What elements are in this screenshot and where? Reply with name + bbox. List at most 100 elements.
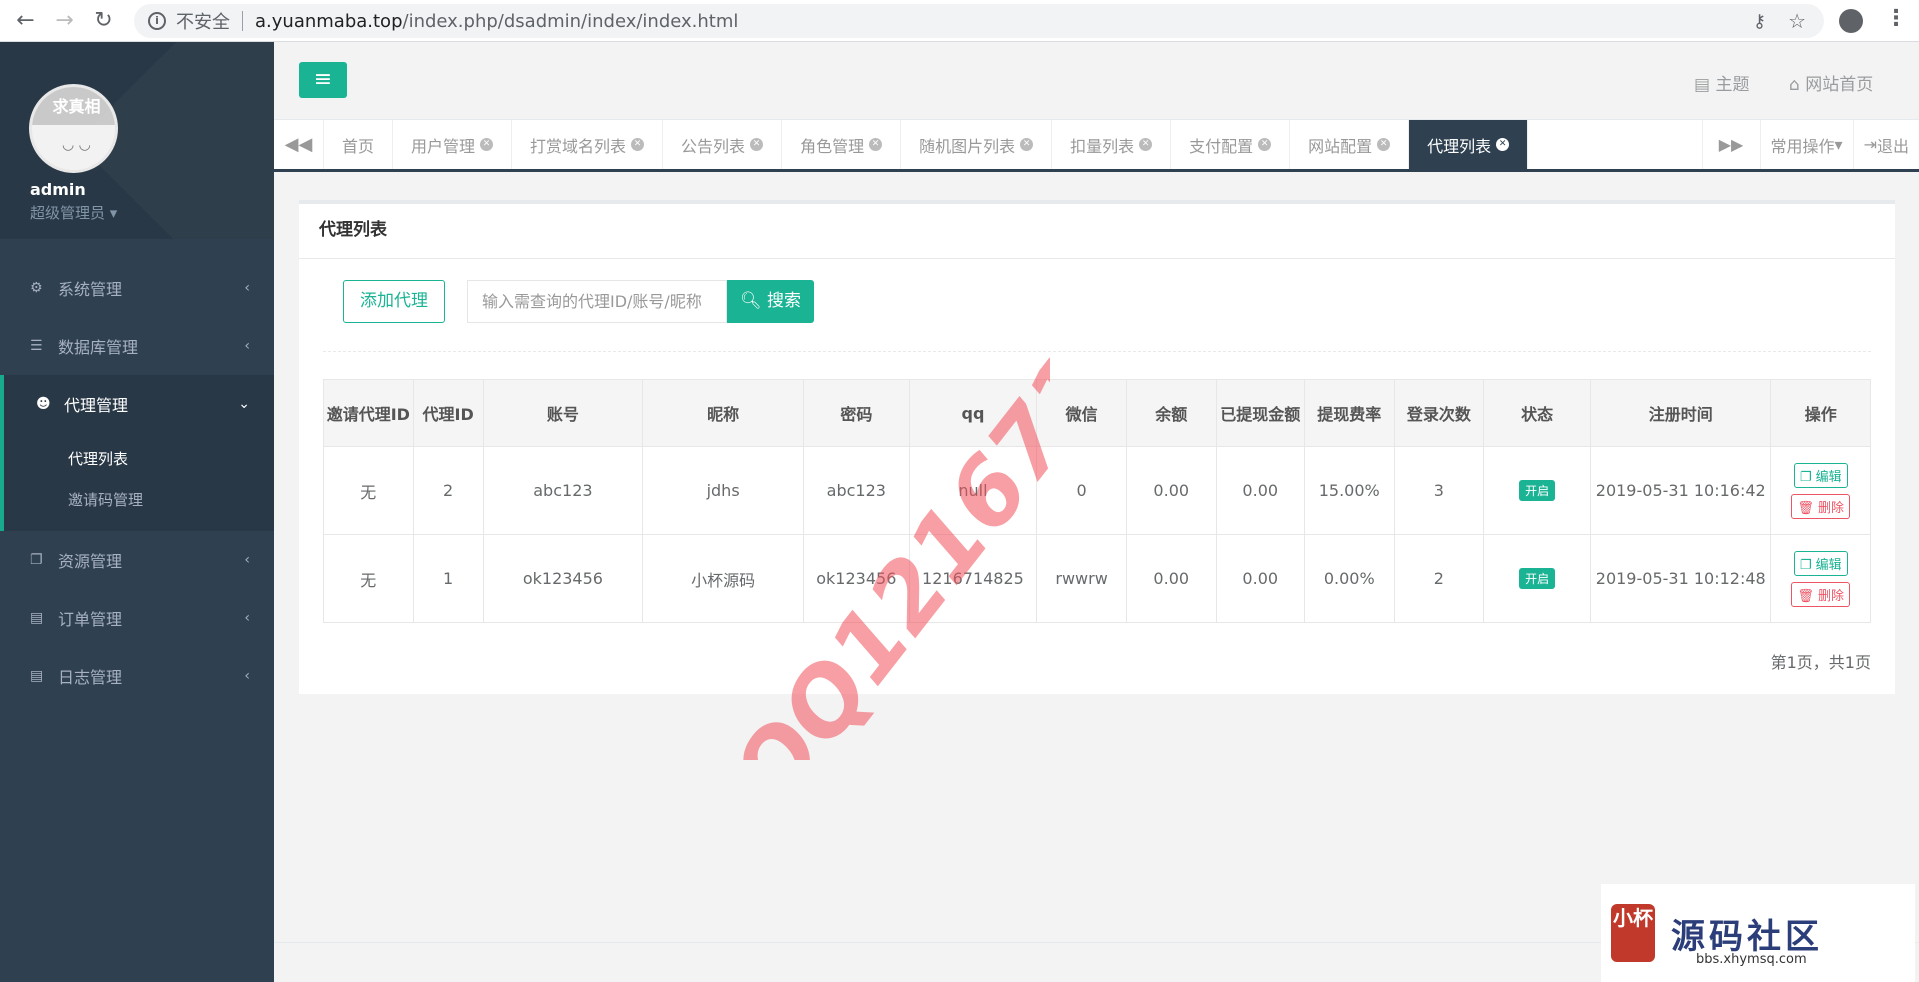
logout-button[interactable]: ⇥ 退出: [1852, 120, 1919, 169]
close-icon[interactable]: ✕: [1258, 138, 1272, 151]
sidebar-subitem-agent-list[interactable]: 代理列表: [4, 439, 274, 480]
close-icon[interactable]: ✕: [1496, 138, 1510, 151]
cell-qq: null: [908, 446, 1038, 535]
tab-deduct-list[interactable]: 扣量列表 ✕: [1052, 120, 1172, 169]
cell-account: abc123: [482, 446, 644, 535]
sidebar-item-order[interactable]: ▤ 订单管理 ‹: [0, 589, 274, 647]
common-ops-dropdown[interactable]: 常用操作 ▾: [1759, 120, 1853, 169]
role-dropdown[interactable]: 超级管理员 ▾: [30, 202, 117, 223]
edit-button[interactable]: ❐ 编辑: [1793, 550, 1848, 576]
theme-link[interactable]: ▤ 主题: [1694, 70, 1749, 95]
column-header: 密码: [803, 379, 910, 447]
sidebar-item-label: 代理管理: [64, 396, 129, 415]
menu-toggle-button[interactable]: ≡: [299, 62, 347, 98]
cell-register-time: 2019-05-31 10:12:48: [1589, 534, 1772, 623]
account-icon[interactable]: [1839, 9, 1863, 33]
sidebar-item-label: 日志管理: [58, 668, 123, 687]
sidebar-item-agent[interactable]: ☻ 代理管理 ⌄: [0, 375, 274, 433]
smile-icon: ◡ ◡: [62, 137, 91, 153]
cell-qq: 1216714825: [908, 534, 1038, 623]
column-header: 余额: [1125, 379, 1217, 447]
star-icon[interactable]: ☆: [1788, 9, 1806, 33]
cell-nickname: 小杯源码: [642, 534, 805, 623]
close-icon[interactable]: ✕: [750, 138, 764, 151]
gear-icon: ⚙: [30, 280, 43, 296]
column-header: 昵称: [642, 379, 805, 447]
forward-icon[interactable]: →: [51, 7, 78, 34]
status-badge[interactable]: 开启: [1519, 480, 1556, 501]
theme-icon: ▤: [1694, 75, 1711, 95]
close-icon[interactable]: ✕: [869, 138, 883, 151]
add-agent-button[interactable]: 添加代理: [343, 280, 445, 323]
site-home-link[interactable]: ⌂ 网站首页: [1789, 70, 1873, 95]
cell-password: abc123: [803, 446, 910, 535]
tab-label: 扣量列表: [1070, 136, 1135, 156]
tab-notice-list[interactable]: 公告列表 ✕: [663, 120, 783, 169]
edit-button[interactable]: ❐ 编辑: [1793, 462, 1848, 488]
copy-icon: ❐: [30, 552, 43, 568]
sidebar-subitem-invite-code[interactable]: 邀请码管理: [4, 480, 274, 521]
info-icon[interactable]: i: [148, 12, 166, 30]
edit-icon: ❐: [1799, 557, 1812, 573]
close-icon[interactable]: ✕: [631, 138, 645, 151]
database-icon: ☰: [30, 338, 43, 354]
chevron-down-icon: ⌄: [238, 396, 250, 412]
sidebar-item-system[interactable]: ⚙ 系统管理 ‹: [0, 259, 274, 317]
cell-withdrawn: 0.00: [1215, 534, 1305, 623]
delete-button[interactable]: 🗑︎ 删除: [1791, 581, 1851, 607]
close-icon[interactable]: ✕: [1139, 138, 1153, 151]
address-bar[interactable]: i 不安全 a.yuanmaba.top /index.php/dsadmin/…: [134, 4, 1824, 38]
cell-inviter-id: 无: [323, 534, 414, 623]
common-ops-label: 常用操作: [1770, 136, 1835, 156]
close-icon[interactable]: ✕: [1377, 138, 1391, 151]
column-header: 登录次数: [1393, 379, 1485, 447]
column-header: 邀请代理ID: [323, 379, 414, 447]
column-header: 账号: [482, 379, 644, 447]
tab-role-manage[interactable]: 角色管理 ✕: [782, 120, 902, 169]
avatar[interactable]: 求真相 ◡ ◡: [29, 84, 118, 173]
cell-agent-id: 1: [412, 534, 484, 623]
tab-random-image-list[interactable]: 随机图片列表 ✕: [901, 120, 1053, 169]
column-header: 注册时间: [1589, 379, 1772, 447]
reload-icon[interactable]: ↻: [90, 7, 117, 34]
tab-scroll-right-icon[interactable]: ▶▶: [1701, 120, 1760, 169]
tab-scroll-left-icon[interactable]: ◀◀: [274, 120, 324, 169]
table-header-row: 邀请代理ID 代理ID 账号 昵称 密码 qq 微信 余额 已提现金额 提现费率…: [323, 379, 1871, 447]
cell-fee-rate: 15.00%: [1303, 446, 1395, 535]
tab-tip-domain-list[interactable]: 打赏域名列表 ✕: [512, 120, 664, 169]
tab-label: 公告列表: [681, 136, 746, 156]
status-badge[interactable]: 开启: [1519, 568, 1556, 589]
chevron-left-icon: ‹: [244, 552, 250, 568]
delete-button[interactable]: 🗑︎ 删除: [1791, 493, 1851, 519]
theme-label: 主题: [1715, 75, 1750, 95]
tab-label: 打赏域名列表: [530, 136, 627, 156]
tab-label: 随机图片列表: [919, 136, 1016, 156]
tab-label: 首页: [342, 136, 375, 156]
trash-icon: 🗑︎: [1797, 500, 1814, 516]
tab-agent-list[interactable]: 代理列表 ✕: [1409, 120, 1529, 169]
logo-url: bbs.xhymsq.com: [1696, 952, 1807, 967]
logo-name: 源码社区: [1671, 916, 1823, 957]
sidebar-item-database[interactable]: ☰ 数据库管理 ‹: [0, 317, 274, 375]
search-button[interactable]: 🔍︎ 搜索: [727, 280, 814, 323]
key-icon[interactable]: ⚷: [1753, 11, 1766, 32]
divider: [323, 351, 1871, 352]
edit-label: 编辑: [1815, 469, 1842, 485]
more-menu-icon[interactable]: ⋮: [1885, 6, 1907, 31]
tab-payment-config[interactable]: 支付配置 ✕: [1171, 120, 1291, 169]
search-input[interactable]: 输入需查询的代理ID/账号/昵称: [467, 280, 727, 323]
chevron-left-icon: ‹: [244, 338, 250, 354]
sidebar-item-resource[interactable]: ❐ 资源管理 ‹: [0, 531, 274, 589]
tab-site-config[interactable]: 网站配置 ✕: [1290, 120, 1410, 169]
sidebar-item-log[interactable]: ▤ 日志管理 ‹: [0, 647, 274, 705]
server-icon: ▤: [30, 668, 44, 684]
close-icon[interactable]: ✕: [1020, 138, 1034, 151]
back-icon[interactable]: ←: [12, 7, 39, 34]
cell-register-time: 2019-05-31 10:16:42: [1589, 446, 1772, 535]
tab-home[interactable]: 首页: [324, 120, 394, 169]
close-icon[interactable]: ✕: [480, 138, 494, 151]
tab-bar: ◀◀ 首页 用户管理 ✕ 打赏域名列表 ✕ 公告列表 ✕ 角色管理 ✕ 随机图片列表 ✕ …: [274, 120, 1919, 172]
tab-label: 代理列表: [1427, 136, 1492, 156]
cell-fee-rate: 0.00%: [1303, 534, 1395, 623]
tab-user-manage[interactable]: 用户管理 ✕: [393, 120, 513, 169]
